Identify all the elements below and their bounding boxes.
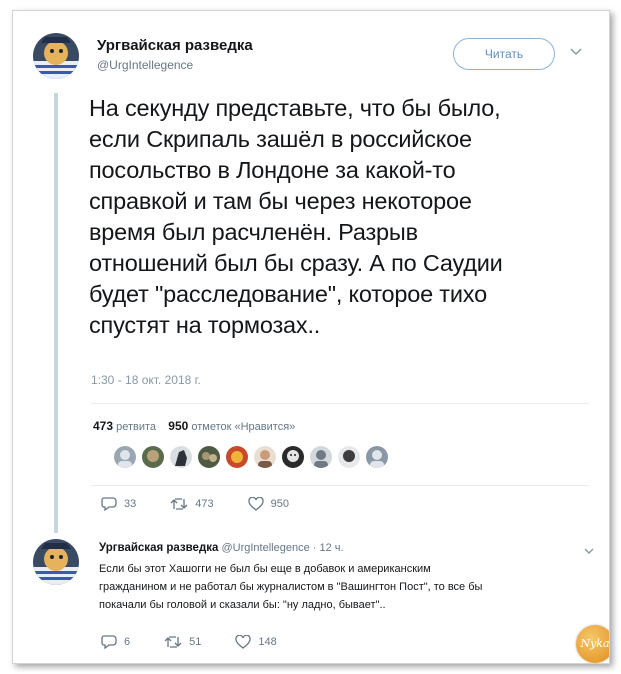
- watermark-logo: Nyka: [576, 625, 609, 663]
- display-name[interactable]: Ургвайская разведка: [97, 37, 253, 54]
- like-count: 950: [270, 498, 289, 510]
- liker-avatar[interactable]: [254, 446, 276, 468]
- heart-icon: [235, 635, 252, 649]
- reply-button[interactable]: 33: [101, 497, 136, 511]
- tweet-actions: 33 473 950: [101, 497, 323, 511]
- tweet-text-line: время был расчленён. Разрыв: [89, 219, 418, 245]
- like-count: 148: [258, 636, 277, 648]
- liker-avatar[interactable]: [198, 446, 220, 468]
- user-handle[interactable]: @UrgIntellegence: [97, 58, 193, 72]
- reply-handle[interactable]: @UrgIntellegence: [221, 542, 309, 554]
- reply-actions: 6 51 148: [101, 635, 311, 649]
- liker-avatar[interactable]: [142, 446, 164, 468]
- tweet-text-line: если Скрипаль зашёл в российское: [89, 126, 472, 152]
- tweet-screenshot: Ургвайская разведка @UrgIntellegence Чит…: [12, 10, 610, 664]
- reply-text-line: гражданином и не работал бы журналистом …: [99, 581, 483, 593]
- retweet-count: 473: [195, 498, 214, 510]
- tweet-text-line: отношений был бы сразу. А по Саудии: [89, 250, 503, 276]
- tweet-timestamp[interactable]: 1:30 - 18 окт. 2018 г.: [91, 373, 201, 387]
- tweet-text-line: На секунду представьте, что бы было,: [89, 95, 501, 121]
- reply-icon: [101, 635, 117, 649]
- chevron-down-icon[interactable]: [583, 542, 595, 560]
- retweet-count: 51: [189, 636, 202, 648]
- liker-avatar[interactable]: [310, 446, 332, 468]
- follow-button[interactable]: Читать: [453, 38, 555, 70]
- tweet-text: На секунду представьте, что бы было, есл…: [89, 93, 589, 341]
- reply-display-name[interactable]: Ургвайская разведка: [99, 542, 218, 554]
- reply-text-line: покачали бы головой и сказали бы: "ну ла…: [99, 599, 386, 611]
- chevron-down-icon[interactable]: [569, 44, 583, 62]
- liker-avatars: [114, 446, 388, 468]
- reply-count: 6: [124, 636, 131, 648]
- liker-avatar[interactable]: [366, 446, 388, 468]
- reply-header: Ургвайская разведка @UrgIntellegence · 1…: [99, 542, 344, 554]
- retweets-label[interactable]: ретвита: [116, 421, 156, 433]
- retweet-icon: [164, 636, 182, 648]
- tweet-text-line: посольство в Лондоне за какой-то: [89, 157, 456, 183]
- like-button[interactable]: 950: [247, 497, 289, 511]
- reply-time[interactable]: · 12 ч.: [313, 542, 344, 554]
- thread-line: [54, 93, 58, 533]
- tweet-text-line: справкой и там бы через некоторое: [89, 188, 472, 214]
- tweet-stats: 473 ретвита 950 отметок «Нравится»: [93, 419, 295, 433]
- like-button[interactable]: 148: [235, 635, 277, 649]
- reply-avatar[interactable]: [33, 539, 79, 585]
- liker-avatar[interactable]: [338, 446, 360, 468]
- liker-avatar[interactable]: [282, 446, 304, 468]
- tweet-text-line: будет "расследование", которое тихо: [89, 281, 487, 307]
- divider: [91, 403, 589, 404]
- reply-icon: [101, 497, 117, 511]
- reply-text-line: Если бы этот Хашогги не был бы еще в доб…: [99, 563, 431, 575]
- retweet-button[interactable]: 473: [170, 497, 214, 511]
- avatar[interactable]: [33, 33, 79, 79]
- heart-icon: [247, 497, 264, 511]
- reply-button[interactable]: 6: [101, 635, 130, 649]
- retweet-button[interactable]: 51: [164, 635, 201, 649]
- retweets-count[interactable]: 473: [93, 419, 113, 433]
- reply-text: Если бы этот Хашогги не был бы еще в доб…: [99, 560, 589, 614]
- likes-count[interactable]: 950: [168, 419, 188, 433]
- divider: [91, 485, 589, 486]
- liker-avatar[interactable]: [170, 446, 192, 468]
- likes-label[interactable]: отметок «Нравится»: [191, 421, 295, 433]
- retweet-icon: [170, 498, 188, 510]
- reply-count: 33: [124, 498, 137, 510]
- liker-avatar[interactable]: [114, 446, 136, 468]
- tweet-text-line: спустят на тормозах..: [89, 312, 321, 338]
- liker-avatar[interactable]: [226, 446, 248, 468]
